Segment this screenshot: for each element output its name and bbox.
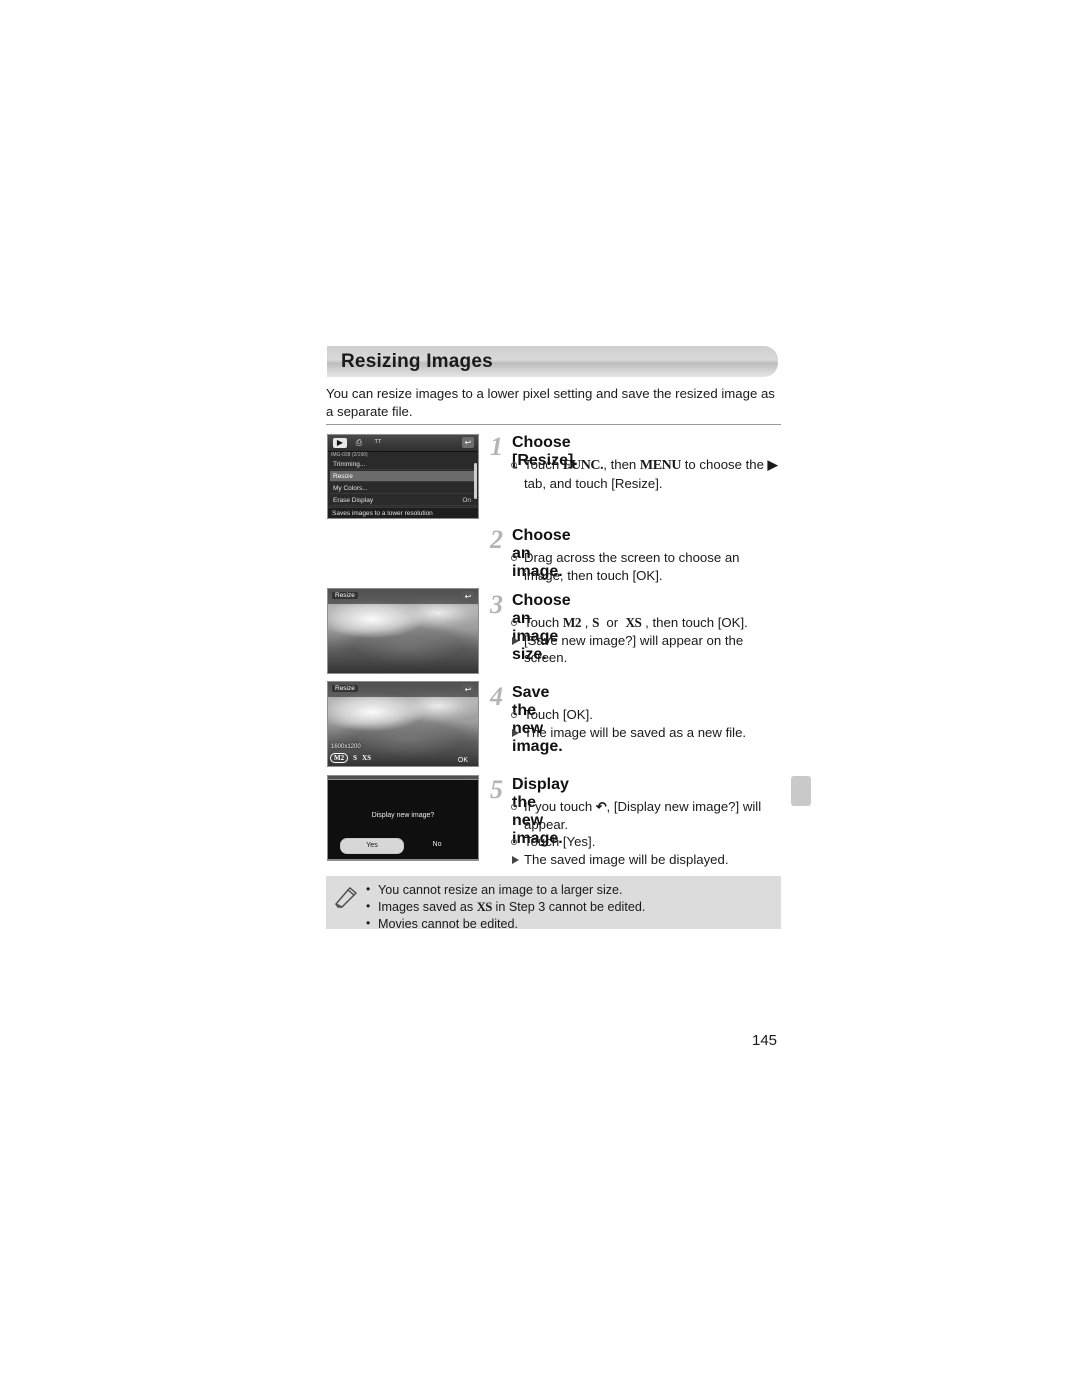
display-question-text: Display new image? — [371, 812, 435, 819]
menu-row-my-colors: My Colors... — [330, 483, 477, 494]
step-bullets: Drag across the screen to choose an imag… — [510, 549, 782, 584]
size-option-s[interactable]: S — [353, 754, 357, 762]
bullet: Touch [Yes]. — [510, 833, 782, 851]
bullet: Touch [OK]. — [510, 706, 782, 724]
size-option-bar: M2 S XS — [330, 752, 376, 764]
step-number: 5 — [490, 775, 503, 804]
return-icon: ↩ — [462, 591, 474, 602]
no-button[interactable]: No — [412, 838, 462, 852]
bullet: Touch M2 , S or XS , then touch [OK]. — [510, 614, 782, 632]
bullet: Touch FUNC., then MENU to choose the ▶ t… — [510, 456, 782, 492]
menu-header-text: IMG-028 (2/190) — [331, 452, 368, 458]
screen-label: Resize — [332, 685, 358, 692]
step-number: 3 — [490, 590, 503, 619]
menu-row-label: Trimming... — [333, 461, 366, 468]
page-title: Resizing Images — [341, 351, 493, 372]
step-bullets: Touch [OK]. The image will be saved as a… — [510, 706, 782, 741]
note-item: Images saved as XS in Step 3 cannot be e… — [366, 898, 645, 916]
note-item: Movies cannot be edited. — [366, 915, 645, 933]
bullet: [Save new image?] will appear on the scr… — [510, 632, 782, 667]
note-item: You cannot resize an image to a larger s… — [366, 881, 645, 899]
tab-print-icon: ⎙ — [355, 438, 363, 447]
menu-row-value: On — [462, 497, 471, 504]
note-box: You cannot resize an image to a larger s… — [326, 876, 781, 933]
screenshot-size-select: Resize ↩ 1600x1200 M2 S XS OK — [327, 681, 479, 767]
menu-row-trimming: Trimming... — [330, 459, 477, 470]
yes-button[interactable]: Yes — [340, 838, 404, 854]
menu-row-erase-display: Erase Display On — [330, 495, 477, 506]
menu-tab-bar: ▶ ⎙ ᵀᵀ ↩ — [328, 435, 478, 452]
yes-no-row: Yes No — [328, 838, 478, 854]
return-icon: ↩ — [462, 684, 474, 695]
section-title-bar: Resizing Images — [327, 346, 778, 377]
bullet: The image will be saved as a new file. — [510, 724, 782, 742]
step-bullets: If you touch ↶, [Display new image?] wil… — [510, 798, 782, 868]
menu-footer-hint: Saves images to a lower resolution — [328, 507, 478, 518]
screen-label: Resize — [332, 592, 358, 599]
step-number: 4 — [490, 682, 503, 711]
step-bullets: Touch FUNC., then MENU to choose the ▶ t… — [510, 456, 782, 492]
intro-paragraph: You can resize images to a lower pixel s… — [326, 386, 775, 419]
menu-row-label: Resize — [333, 473, 353, 480]
page-number: 145 — [752, 1032, 778, 1049]
pencil-icon — [334, 887, 358, 908]
bullet: Drag across the screen to choose an imag… — [510, 549, 782, 584]
tab-playback-icon: ▶ — [333, 438, 347, 448]
menu-row-label: My Colors... — [333, 485, 368, 492]
menu-row-resize: Resize — [330, 471, 477, 482]
step-number: 1 — [490, 432, 503, 461]
bullet: If you touch ↶, [Display new image?] wil… — [510, 798, 782, 833]
step-number: 2 — [490, 525, 503, 554]
menu-row-label: Erase Display — [333, 497, 374, 504]
return-icon: ↩ — [462, 437, 474, 448]
step-bullets: Touch M2 , S or XS , then touch [OK]. [S… — [510, 614, 782, 667]
size-option-xs[interactable]: XS — [362, 754, 371, 762]
page-edge-tab — [791, 776, 811, 806]
screenshot-image-select: Resize ↩ — [327, 588, 479, 674]
note-list: You cannot resize an image to a larger s… — [366, 881, 645, 934]
menu-scrollbar — [474, 463, 477, 499]
divider — [326, 424, 781, 425]
screenshot-display-confirm: Display new image? Yes No — [327, 779, 479, 860]
document-page: Resizing Images You can resize images to… — [0, 0, 1080, 1397]
ok-label[interactable]: OK — [458, 757, 468, 764]
tab-settings-icon: ᵀᵀ — [374, 438, 382, 447]
bullet: The saved image will be displayed. — [510, 851, 782, 869]
screenshot-menu: ▶ ⎙ ᵀᵀ ↩ IMG-028 (2/190) Trimming... Res… — [327, 434, 479, 519]
size-option-m2[interactable]: M2 — [330, 753, 349, 763]
image-dimensions-label: 1600x1200 — [331, 744, 361, 750]
